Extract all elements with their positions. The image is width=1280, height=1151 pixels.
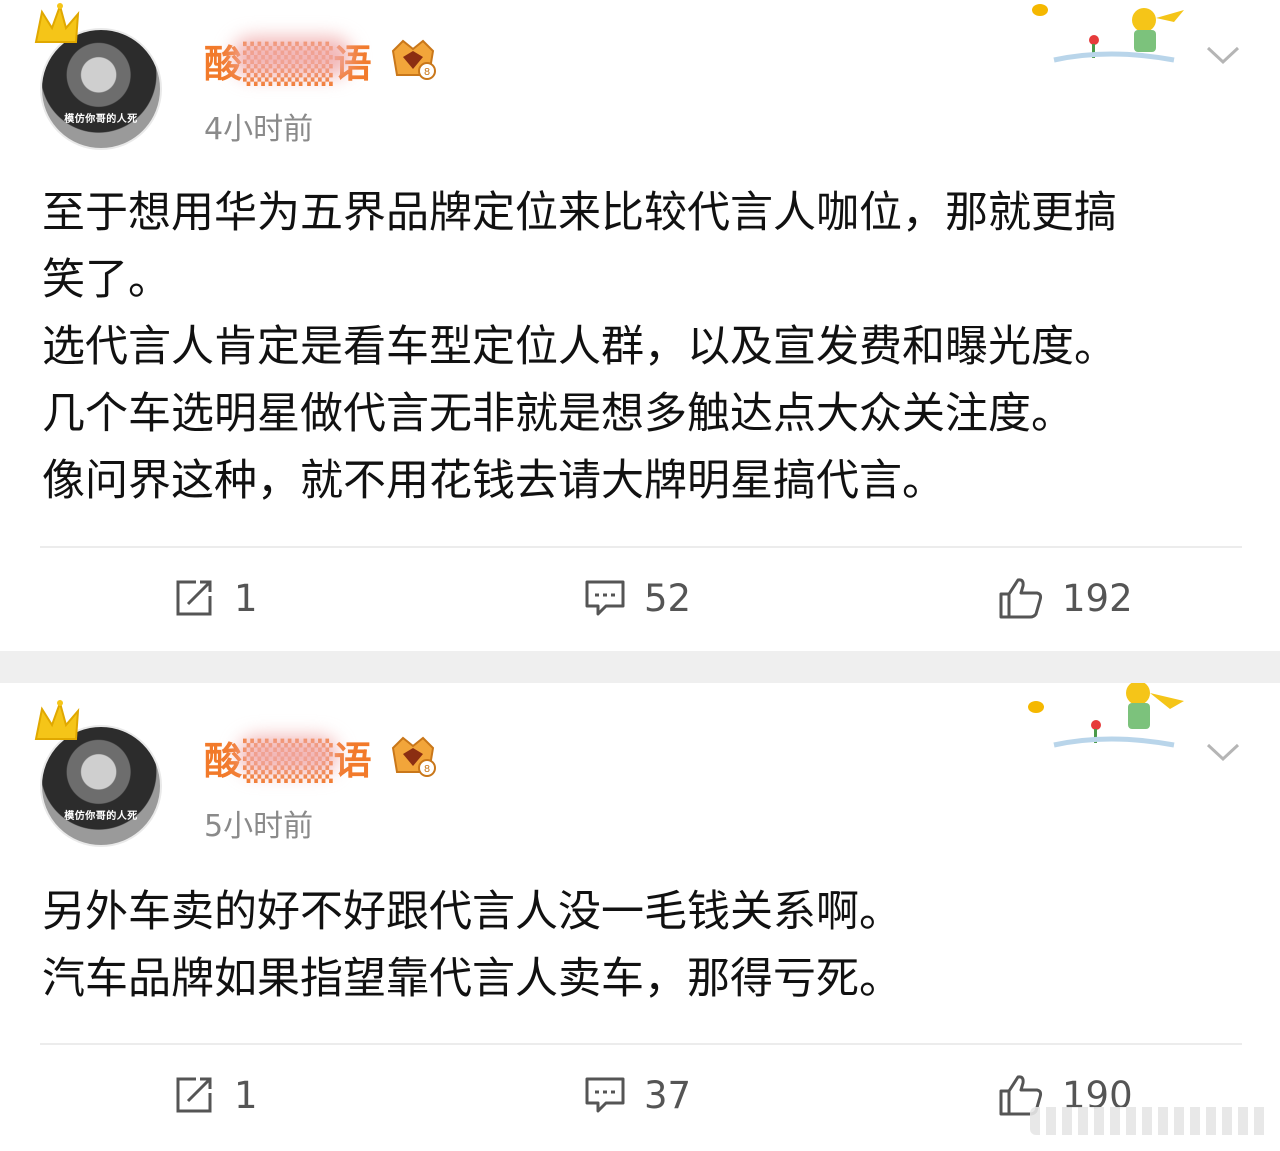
post-timestamp: 5小时前 [204,809,314,844]
post-card-2: 模仿你哥的人死 酸▒▒▒语 8 5小时前 另外车卖的好不好跟代言人没一毛钱 [0,683,1280,1151]
avatar-caption: 模仿你哥的人死 [64,811,138,822]
content-line: 汽车品牌如果指望靠代言人卖车，那得亏死。 [42,954,902,1004]
post-content: 另外车卖的好不好跟代言人没一毛钱关系啊。 汽车品牌如果指望靠代言人卖车，那得亏死… [42,879,1242,1013]
comment-count: 37 [644,1073,692,1117]
user-name-row: 酸▒▒▒语 8 [204,731,439,783]
watermark-bar [1030,1107,1270,1135]
crown-icon [34,699,80,740]
repost-count: 1 [234,576,258,620]
repost-icon [174,578,216,618]
vip-badge-icon[interactable]: 8 [387,734,439,780]
little-prince-decoration-icon [1028,683,1184,748]
repost-button[interactable]: 1 [174,568,258,628]
like-button[interactable]: 192 [998,568,1133,628]
content-line: 像问界这种，就不用花钱去请大牌明星搞代言。 [42,456,945,506]
divider [40,1043,1242,1045]
post-card-1: 模仿你哥的人死 酸▒▒▒语 8 4小时前 至于想用华为五界品牌定位来比较代 [0,0,1280,651]
content-line: 选代言人肯定是看车型定位人群，以及宣发费和曝光度。 [42,322,1117,372]
little-prince-decoration-icon [1032,4,1184,63]
comment-button[interactable]: 37 [584,1065,691,1125]
divider [40,546,1242,548]
comment-icon [584,1075,626,1115]
post-separator [0,651,1280,683]
chevron-down-icon[interactable] [1205,741,1241,763]
comment-button[interactable]: 52 [584,568,691,628]
action-bar: 1 52 192 [0,568,1280,628]
user-name-row: 酸▒▒▒语 8 [204,34,439,86]
avatar-caption: 模仿你哥的人死 [64,114,138,125]
thumbs-up-icon [998,576,1044,620]
svg-text:8: 8 [423,764,429,775]
content-line: 笑了。 [42,255,171,305]
username[interactable]: 酸▒▒▒语 [204,730,373,785]
post-content: 至于想用华为五界品牌定位来比较代言人咖位，那就更搞 笑了。 选代言人肯定是看车型… [42,180,1242,515]
post-timestamp: 4小时前 [204,112,314,147]
content-line: 至于想用华为五界品牌定位来比较代言人咖位，那就更搞 [42,188,1117,238]
crown-icon [34,2,80,43]
vip-badge-icon[interactable]: 8 [387,37,439,83]
comment-icon [584,578,626,618]
content-line: 另外车卖的好不好跟代言人没一毛钱关系啊。 [42,887,902,937]
avatar-container[interactable]: 模仿你哥的人死 [34,2,164,154]
content-line: 几个车选明星做代言无非就是想多触达点大众关注度。 [42,389,1074,439]
repost-count: 1 [234,1073,258,1117]
svg-text:8: 8 [423,67,429,78]
comment-count: 52 [644,576,692,620]
repost-button[interactable]: 1 [174,1065,258,1125]
username[interactable]: 酸▒▒▒语 [204,33,373,88]
chevron-down-icon[interactable] [1205,44,1241,66]
avatar-container[interactable]: 模仿你哥的人死 [34,699,164,851]
repost-icon [174,1075,216,1115]
like-count: 192 [1062,576,1133,620]
